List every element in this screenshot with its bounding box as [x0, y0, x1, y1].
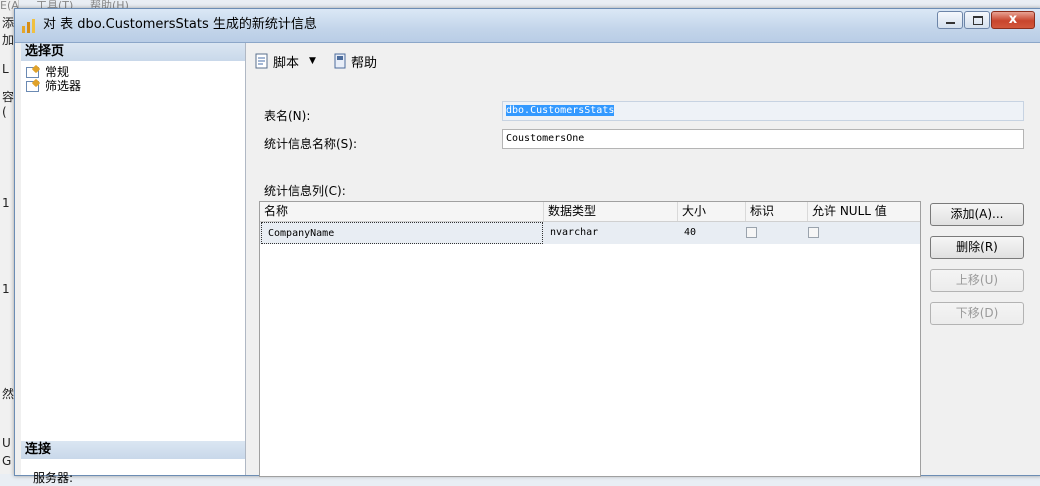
stats-name-label: 统计信息名称(S):: [264, 137, 358, 151]
background-fragment: G: [2, 454, 12, 468]
chevron-down-icon[interactable]: ▼: [309, 56, 316, 66]
minimize-button[interactable]: [937, 11, 963, 29]
page-icon: [25, 66, 41, 78]
background-fragment: 1: [2, 196, 10, 210]
table-name-value: dbo.CustomersStats: [506, 105, 615, 116]
server-label: 服务器:: [33, 471, 74, 485]
move-up-button[interactable]: 上移(U): [930, 269, 1024, 292]
page-item-filter[interactable]: 筛选器: [21, 79, 245, 93]
cell-type[interactable]: nvarchar: [544, 222, 678, 244]
background-fragment: L: [2, 62, 9, 76]
cell-size[interactable]: 40: [678, 222, 746, 244]
column-header-identity[interactable]: 标识: [746, 202, 808, 221]
column-header-size[interactable]: 大小: [678, 202, 746, 221]
table-name-label: 表名(N):: [264, 109, 311, 123]
left-pane: 选择页 常规 筛选器 连接 服务器:: [21, 43, 246, 485]
help-button[interactable]: 帮助: [332, 52, 377, 71]
toolbar: 脚本 ▼ 帮助: [254, 51, 387, 71]
page-item-general[interactable]: 常规: [21, 65, 245, 79]
page-item-label: 常规: [45, 65, 70, 79]
script-label: 脚本: [273, 55, 300, 71]
grid-header: 名称 数据类型 大小 标识 允许 NULL 值: [260, 202, 920, 222]
page-item-label: 筛选器: [45, 79, 82, 93]
title-bar[interactable]: 对 表 dbo.CustomersStats 生成的新统计信息 x: [15, 9, 1040, 43]
background-fragment: U: [2, 436, 11, 450]
select-page-header: 选择页: [21, 43, 245, 61]
background-fragment: 然: [2, 387, 15, 401]
add-button[interactable]: 添加(A)...: [930, 203, 1024, 226]
main-pane: 脚本 ▼ 帮助 表名(N): dbo.CustomersStats 统计信息名称…: [246, 43, 1040, 477]
close-button[interactable]: x: [991, 11, 1035, 29]
help-label: 帮助: [350, 55, 377, 71]
column-header-nullable[interactable]: 允许 NULL 值: [808, 202, 920, 221]
stats-name-field[interactable]: CoustomersOne: [502, 129, 1024, 149]
table-row[interactable]: CompanyName nvarchar 40: [260, 222, 920, 244]
script-button[interactable]: 脚本 ▼: [254, 52, 322, 71]
move-down-button[interactable]: 下移(D): [930, 302, 1024, 325]
cell-name[interactable]: CompanyName: [261, 222, 543, 244]
window-title: 对 表 dbo.CustomersStats 生成的新统计信息: [43, 17, 317, 32]
page-icon: [25, 80, 41, 92]
identity-checkbox[interactable]: [746, 227, 757, 238]
connection-header: 连接: [21, 441, 245, 459]
delete-button[interactable]: 删除(R): [930, 236, 1024, 259]
table-name-field[interactable]: dbo.CustomersStats: [502, 101, 1024, 121]
nullable-checkbox[interactable]: [808, 227, 819, 238]
column-header-name[interactable]: 名称: [260, 202, 544, 221]
stats-columns-label: 统计信息列(C):: [264, 184, 346, 198]
help-icon: [334, 53, 346, 69]
background-fragment: 1: [2, 282, 10, 296]
statistics-icon: [22, 19, 35, 33]
script-icon: [255, 53, 268, 69]
stats-columns-grid[interactable]: 名称 数据类型 大小 标识 允许 NULL 值 CompanyName nvar…: [259, 201, 921, 477]
column-header-type[interactable]: 数据类型: [544, 202, 678, 221]
maximize-button[interactable]: [964, 11, 990, 29]
new-statistics-dialog: 对 表 dbo.CustomersStats 生成的新统计信息 x 选择页 常规…: [14, 8, 1040, 485]
